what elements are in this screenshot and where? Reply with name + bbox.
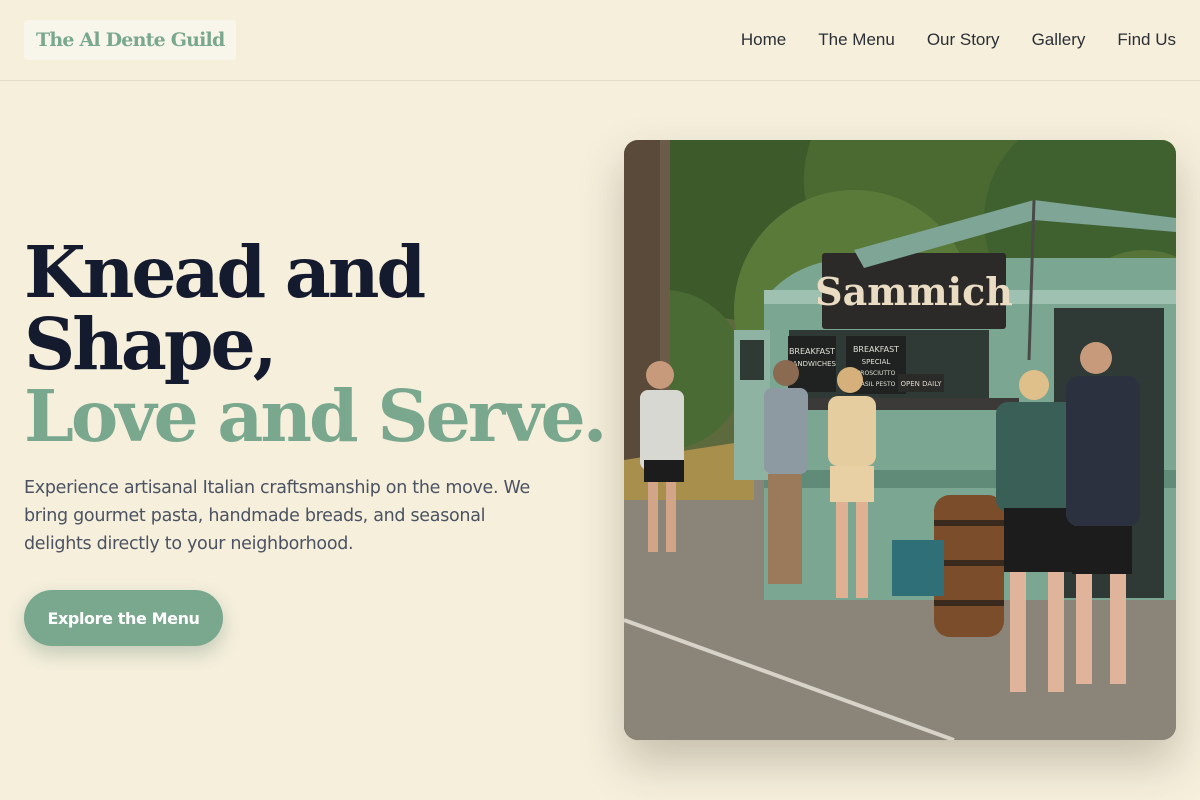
- board1-line1: BREAKFAST: [789, 347, 835, 356]
- board2-line2: SPECIAL: [862, 358, 891, 366]
- board2-line1: BREAKFAST: [853, 345, 899, 354]
- nav-gallery[interactable]: Gallery: [1032, 30, 1086, 50]
- headline-line-1: Knead and: [24, 230, 426, 314]
- site-logo[interactable]: The Al Dente Guild: [24, 20, 237, 60]
- board2-line3: PROSCIUTTO: [857, 370, 896, 377]
- board3-text: OPEN DAILY: [901, 380, 943, 388]
- hero-image: Sammich BREAKFAST SANDWICHES BREAKFAST S…: [624, 140, 1176, 740]
- food-truck-photo: Sammich BREAKFAST SANDWICHES BREAKFAST S…: [624, 140, 1176, 740]
- nav-our-story[interactable]: Our Story: [927, 30, 1000, 50]
- headline-line-2: Shape,: [24, 302, 277, 386]
- main-nav: Home The Menu Our Story Gallery Find Us: [741, 0, 1176, 80]
- explore-menu-button[interactable]: Explore the Menu: [24, 590, 223, 646]
- hero-headline: Knead and Shape, Love and Serve.: [24, 230, 607, 458]
- nav-home[interactable]: Home: [741, 30, 786, 50]
- headline-accent: Love and Serve.: [24, 374, 607, 458]
- truck-sign-text: Sammich: [815, 269, 1013, 314]
- nav-the-menu[interactable]: The Menu: [818, 30, 895, 50]
- site-header: The Al Dente Guild Home The Menu Our Sto…: [0, 0, 1200, 81]
- hero-description: Experience artisanal Italian craftsmansh…: [24, 478, 530, 554]
- nav-find-us[interactable]: Find Us: [1117, 30, 1176, 50]
